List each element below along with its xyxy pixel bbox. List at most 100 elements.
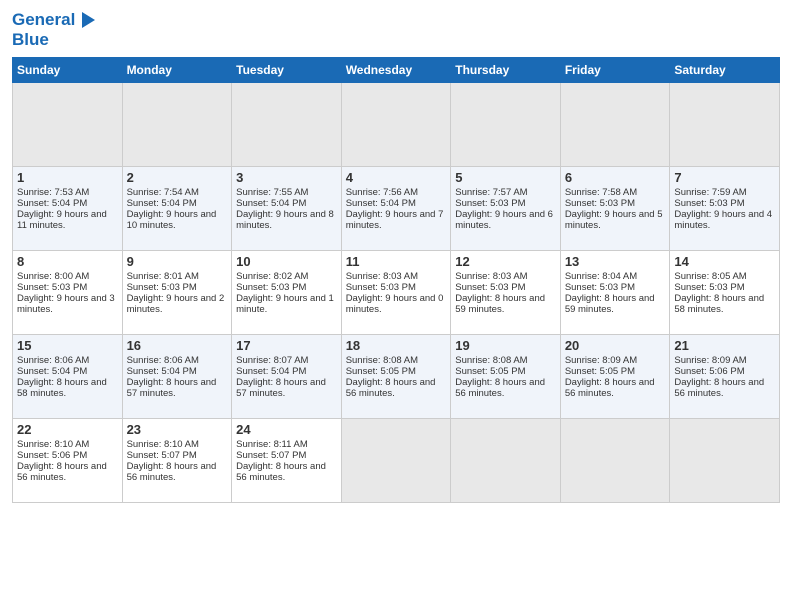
calendar-cell: 2 Sunrise: 7:54 AMSunset: 5:04 PMDaylight… [122,167,232,251]
daylight-text: Daylight: 8 hours and 56 minutes. [127,461,217,483]
calendar-week-row: 22Sunrise: 8:10 AMSunset: 5:06 PMDayligh… [13,419,780,503]
day-header-thursday: Thursday [451,58,561,83]
daylight-text: Daylight: 8 hours and 56 minutes. [17,461,107,483]
sunset-text: Sunset: 5:03 PM [236,282,306,293]
day-number: 2 [127,170,228,185]
calendar-cell: 14Sunrise: 8:05 AMSunset: 5:03 PMDayligh… [670,251,780,335]
daylight-text: Daylight: 9 hours and 6 minutes. [455,209,553,231]
day-number: 17 [236,338,337,353]
daylight-text: Daylight: 8 hours and 59 minutes. [565,293,655,315]
day-number: 19 [455,338,556,353]
sunrise-text: Sunrise: 8:09 AM [565,355,637,366]
calendar-week-row: 1Sunrise: 7:53 AMSunset: 5:04 PMDaylight… [13,167,780,251]
day-number: 18 [346,338,447,353]
sunset-text: Sunset: 5:06 PM [674,366,744,377]
sunrise-text: Sunrise: 7:53 AM [17,187,89,198]
calendar-cell: 18Sunrise: 8:08 AMSunset: 5:05 PMDayligh… [341,335,451,419]
sunset-text: Sunset: 5:03 PM [455,198,525,209]
sunrise-text: Sunrise: 7:58 AM [565,187,637,198]
calendar-cell: 15Sunrise: 8:06 AMSunset: 5:04 PMDayligh… [13,335,123,419]
sunrise-text: Sunrise: 7:56 AM [346,187,418,198]
calendar-cell [560,419,670,503]
calendar-cell: 12Sunrise: 8:03 AMSunset: 5:03 PMDayligh… [451,251,561,335]
daylight-text: Daylight: 9 hours and 8 minutes. [236,209,334,231]
day-header-monday: Monday [122,58,232,83]
daylight-text: Daylight: 9 hours and 10 minutes. [127,209,217,231]
calendar-cell: 17Sunrise: 8:07 AMSunset: 5:04 PMDayligh… [232,335,342,419]
sunset-text: Sunset: 5:03 PM [674,198,744,209]
calendar-cell: 21Sunrise: 8:09 AMSunset: 5:06 PMDayligh… [670,335,780,419]
calendar-week-row [13,83,780,167]
sunrise-text: Sunrise: 8:06 AM [127,355,199,366]
calendar-cell: 3Sunrise: 7:55 AMSunset: 5:04 PMDaylight… [232,167,342,251]
day-number: 11 [346,254,447,269]
sunrise-text: Sunrise: 8:01 AM [127,271,199,282]
sunrise-text: Sunrise: 7:54 AM [127,187,199,198]
calendar-cell [341,83,451,167]
calendar-cell: 24Sunrise: 8:11 AMSunset: 5:07 PMDayligh… [232,419,342,503]
logo: General Blue [12,10,95,49]
sunrise-text: Sunrise: 7:59 AM [674,187,746,198]
day-number: 10 [236,254,337,269]
sunrise-text: Sunrise: 8:11 AM [236,439,308,450]
sunrise-text: Sunrise: 8:10 AM [17,439,89,450]
day-header-sunday: Sunday [13,58,123,83]
day-number: 5 [455,170,556,185]
page-container: General Blue SundayMondayTuesdayWednesda… [0,0,792,511]
calendar-cell: 8Sunrise: 8:00 AMSunset: 5:03 PMDaylight… [13,251,123,335]
sunrise-text: Sunrise: 8:04 AM [565,271,637,282]
calendar-cell: 6Sunrise: 7:58 AMSunset: 5:03 PMDaylight… [560,167,670,251]
calendar-cell: 7Sunrise: 7:59 AMSunset: 5:03 PMDaylight… [670,167,780,251]
sunset-text: Sunset: 5:05 PM [346,366,416,377]
sunrise-text: Sunrise: 8:00 AM [17,271,89,282]
sunset-text: Sunset: 5:03 PM [674,282,744,293]
page-header: General Blue [12,10,780,49]
calendar-cell [560,83,670,167]
logo-text-line1: General [12,10,75,29]
calendar-cell [232,83,342,167]
sunrise-text: Sunrise: 7:55 AM [236,187,308,198]
sunrise-text: Sunrise: 8:08 AM [455,355,527,366]
calendar-cell: 16Sunrise: 8:06 AMSunset: 5:04 PMDayligh… [122,335,232,419]
day-number: 12 [455,254,556,269]
calendar-cell: 5Sunrise: 7:57 AMSunset: 5:03 PMDaylight… [451,167,561,251]
sunset-text: Sunset: 5:07 PM [236,450,306,461]
sunset-text: Sunset: 5:03 PM [565,282,635,293]
daylight-text: Daylight: 8 hours and 57 minutes. [127,377,217,399]
daylight-text: Daylight: 9 hours and 1 minute. [236,293,334,315]
calendar-week-row: 15Sunrise: 8:06 AMSunset: 5:04 PMDayligh… [13,335,780,419]
sunrise-text: Sunrise: 8:03 AM [346,271,418,282]
sunset-text: Sunset: 5:05 PM [565,366,635,377]
sunset-text: Sunset: 5:07 PM [127,450,197,461]
sunrise-text: Sunrise: 8:02 AM [236,271,308,282]
calendar-header-row: SundayMondayTuesdayWednesdayThursdayFrid… [13,58,780,83]
day-number: 22 [17,422,118,437]
day-header-friday: Friday [560,58,670,83]
calendar-cell: 4Sunrise: 7:56 AMSunset: 5:04 PMDaylight… [341,167,451,251]
sunset-text: Sunset: 5:03 PM [455,282,525,293]
calendar-cell: 20Sunrise: 8:09 AMSunset: 5:05 PMDayligh… [560,335,670,419]
sunset-text: Sunset: 5:04 PM [17,198,87,209]
sunrise-text: Sunrise: 8:10 AM [127,439,199,450]
sunset-text: Sunset: 5:04 PM [17,366,87,377]
day-number: 13 [565,254,666,269]
day-number: 16 [127,338,228,353]
calendar-cell: 19Sunrise: 8:08 AMSunset: 5:05 PMDayligh… [451,335,561,419]
day-number: 9 [127,254,228,269]
daylight-text: Daylight: 8 hours and 58 minutes. [17,377,107,399]
day-number: 7 [674,170,775,185]
sunset-text: Sunset: 5:04 PM [236,198,306,209]
daylight-text: Daylight: 9 hours and 11 minutes. [17,209,107,231]
sunset-text: Sunset: 5:04 PM [127,198,197,209]
day-number: 6 [565,170,666,185]
sunrise-text: Sunrise: 8:08 AM [346,355,418,366]
sunset-text: Sunset: 5:06 PM [17,450,87,461]
logo-text-line2: Blue [12,30,95,50]
sunset-text: Sunset: 5:03 PM [127,282,197,293]
daylight-text: Daylight: 9 hours and 3 minutes. [17,293,115,315]
sunset-text: Sunset: 5:03 PM [17,282,87,293]
day-number: 20 [565,338,666,353]
calendar-cell: 1Sunrise: 7:53 AMSunset: 5:04 PMDaylight… [13,167,123,251]
daylight-text: Daylight: 8 hours and 57 minutes. [236,377,326,399]
calendar-cell [670,83,780,167]
